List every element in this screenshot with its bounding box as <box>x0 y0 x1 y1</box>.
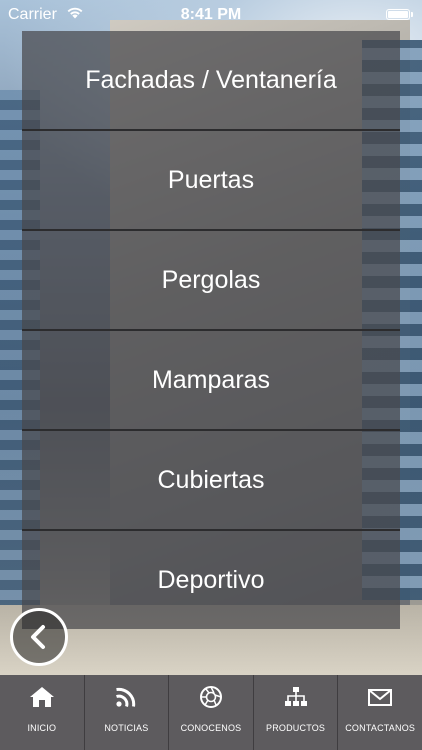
tab-contactanos[interactable]: CONTACTANOS <box>338 675 422 750</box>
menu-item-pergolas[interactable]: Pergolas <box>22 229 400 329</box>
menu-item-puertas[interactable]: Puertas <box>22 129 400 229</box>
menu-item-deportivo[interactable]: Deportivo <box>22 529 400 629</box>
tab-label: PRODUCTOS <box>266 723 326 733</box>
product-category-menu: Fachadas / Ventanería Puertas Pergolas M… <box>22 31 400 629</box>
tab-label: INICIO <box>27 723 57 733</box>
sitemap-icon <box>284 687 307 706</box>
aperture-icon <box>199 686 222 708</box>
menu-item-cubiertas[interactable]: Cubiertas <box>22 429 400 529</box>
mail-icon <box>368 689 393 706</box>
tab-label: CONTACTANOS <box>345 723 416 733</box>
menu-item-fachadas[interactable]: Fachadas / Ventanería <box>22 31 400 129</box>
clock: 8:41 PM <box>180 6 242 23</box>
tab-productos[interactable]: PRODUCTOS <box>254 675 339 750</box>
tab-conocenos[interactable]: CONOCENOS <box>169 675 254 750</box>
menu-item-mamparas[interactable]: Mamparas <box>22 329 400 429</box>
battery-fill <box>388 11 408 18</box>
tab-label: CONOCENOS <box>180 723 242 733</box>
chevron-left-icon <box>31 625 45 649</box>
home-icon <box>29 687 54 707</box>
status-bar: Carrier 8:41 PM <box>0 0 422 30</box>
back-button[interactable] <box>10 608 68 666</box>
bottom-tab-bar: INICIO NOTICIAS CONOCENOS PRODUCTOS CONT… <box>0 675 422 750</box>
tab-noticias[interactable]: NOTICIAS <box>85 675 170 750</box>
rss-icon <box>116 687 136 707</box>
tab-label: NOTICIAS <box>104 723 149 733</box>
battery-icon <box>386 9 413 20</box>
tab-inicio[interactable]: INICIO <box>0 675 85 750</box>
